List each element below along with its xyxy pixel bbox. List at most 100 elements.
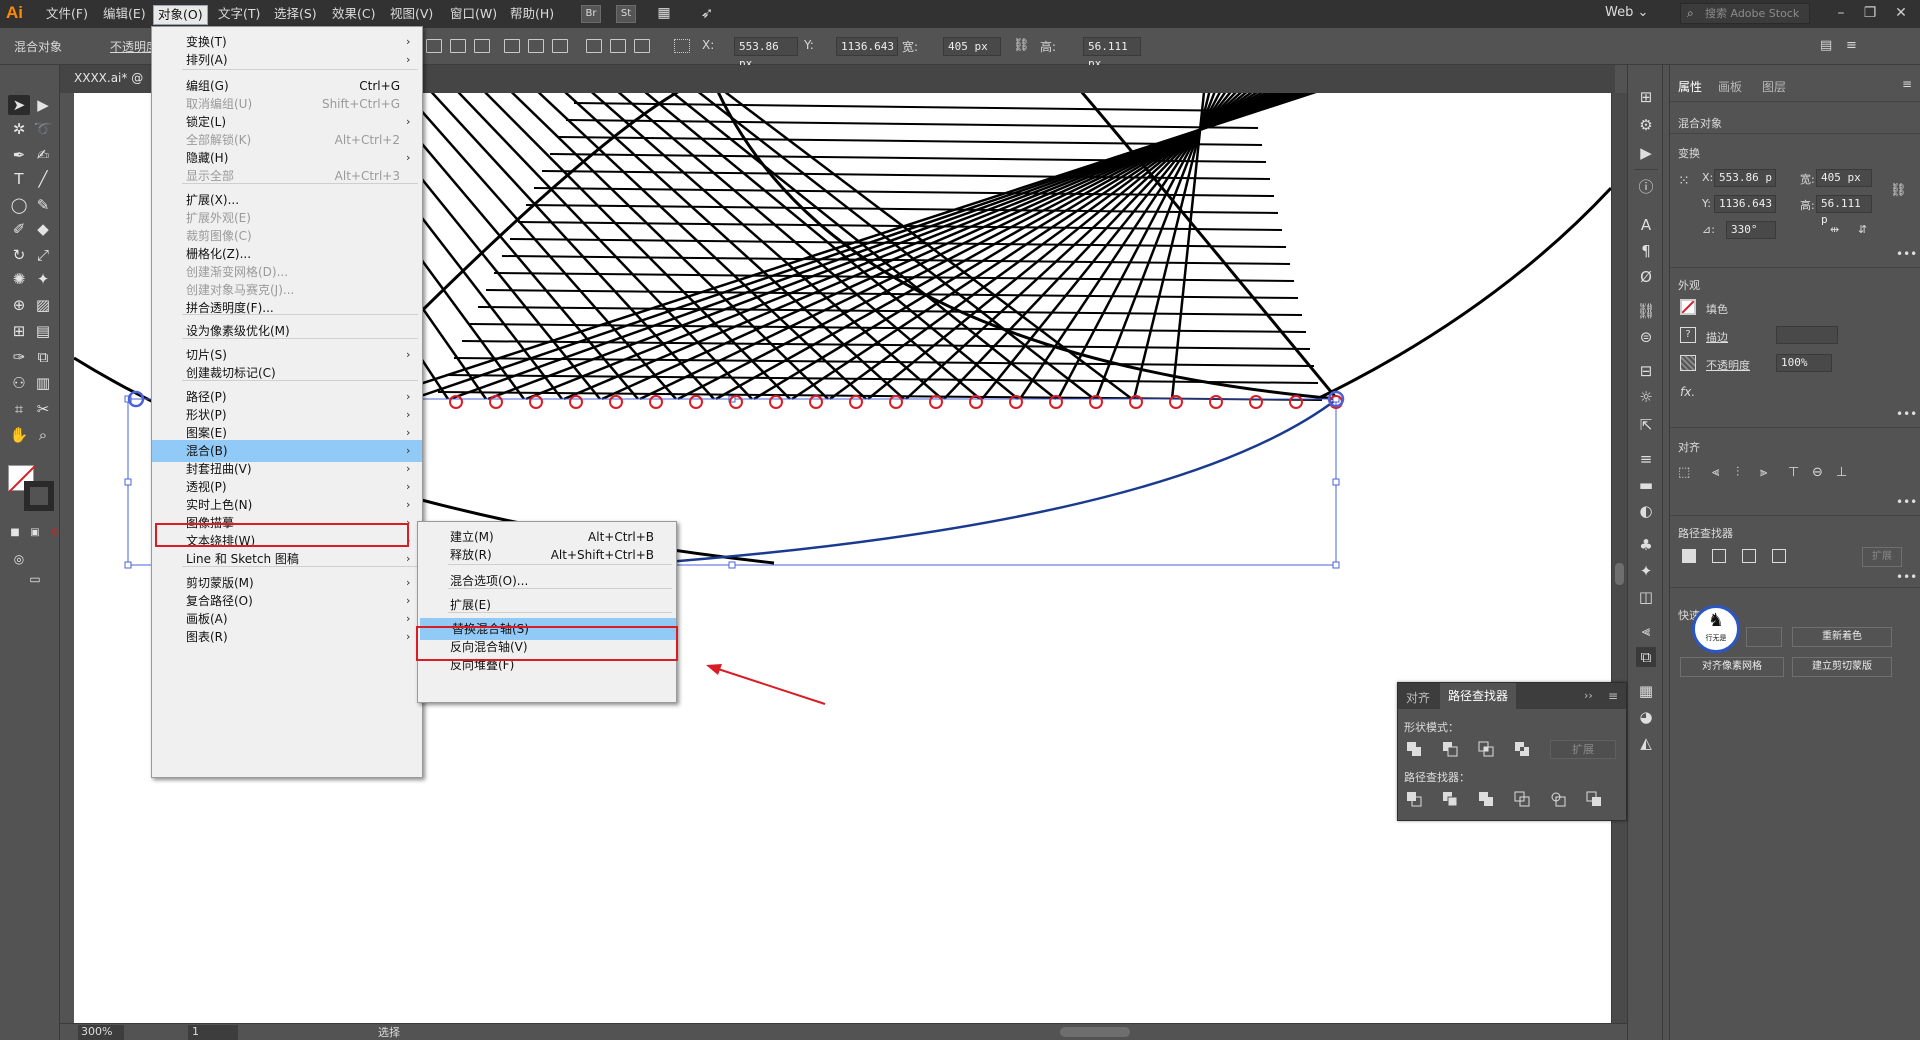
fill-swatch[interactable] <box>1680 299 1696 315</box>
trim-icon[interactable] <box>1442 791 1458 807</box>
asset-export-icon[interactable]: ⚙ <box>1636 115 1656 135</box>
paragraph-icon[interactable]: ¶ <box>1636 241 1656 261</box>
arrange-panels-icon[interactable]: ▤ <box>1820 38 1832 53</box>
zoom-tool-icon[interactable]: ⌕ <box>32 425 54 445</box>
intersect-icon[interactable] <box>1742 549 1756 563</box>
object-menu-item[interactable]: Line 和 Sketch 图稿 › <box>152 548 422 570</box>
minimize-icon[interactable]: – <box>1830 3 1852 23</box>
shape-builder-icon[interactable]: ⊕ <box>8 295 30 315</box>
pen-tool-icon[interactable]: ✒ <box>8 145 30 165</box>
object-menu-item[interactable]: 拼合透明度(F)... <box>152 297 422 319</box>
constrain-icon[interactable]: ⛓ <box>1890 183 1907 198</box>
stock-search-input[interactable]: ⌕ 搜索 Adobe Stock <box>1680 3 1810 24</box>
opacity-link[interactable]: 不透明度 <box>1706 357 1750 373</box>
blend-menu-item[interactable]: 扩展(E) <box>418 594 676 616</box>
constrain-proportions-icon[interactable]: ⛓ <box>1013 38 1030 53</box>
menu-effect[interactable]: 效果(C) <box>328 5 379 25</box>
menu-select[interactable]: 选择(S) <box>270 5 321 25</box>
stroke-panel-icon[interactable]: ≡ <box>1636 449 1656 469</box>
opentype-icon[interactable]: Ø <box>1636 267 1656 287</box>
horizontal-scroll-thumb[interactable] <box>1060 1027 1130 1037</box>
menu-type[interactable]: 文字(T) <box>214 5 264 25</box>
menu-edit[interactable]: 编辑(E) <box>99 5 150 25</box>
symbols-icon[interactable]: ♣ <box>1636 535 1656 555</box>
tab-artboards[interactable]: 画板 <box>1718 78 1742 95</box>
more-align-icon[interactable]: ••• <box>1896 495 1917 509</box>
exclude-icon[interactable] <box>1772 549 1786 563</box>
width-field[interactable]: 405 px <box>943 37 1001 56</box>
align-center-icon[interactable] <box>450 39 466 53</box>
type-tool-icon[interactable]: T <box>8 169 30 189</box>
links-icon[interactable]: ⛓ <box>1636 301 1656 321</box>
perspective-grid-icon[interactable]: ▨ <box>32 295 54 315</box>
graphic-styles-icon[interactable]: ✦ <box>1636 561 1656 581</box>
minus-back-icon[interactable] <box>1586 791 1602 807</box>
expand-button[interactable]: 扩展 <box>1550 740 1616 759</box>
hand-tool-icon[interactable]: ✋ <box>8 425 30 445</box>
panel-menu-icon[interactable]: ≡ <box>1608 689 1618 703</box>
blend-menu-item[interactable]: 释放(R) Alt+Shift+Ctrl+B <box>418 544 676 566</box>
artboard-tool-icon[interactable]: ⌗ <box>8 399 30 419</box>
divide-icon[interactable] <box>1406 791 1422 807</box>
actions-icon[interactable]: ▶ <box>1636 143 1656 163</box>
make-clipping-mask-button[interactable]: 建立剪切蒙版 <box>1792 657 1892 677</box>
document-tab[interactable]: XXXX.ai* @ <box>74 71 143 85</box>
reference-point-icon[interactable] <box>674 39 690 53</box>
more-options-icon[interactable]: ••• <box>1896 247 1917 261</box>
selection-handle[interactable] <box>124 561 132 569</box>
lasso-icon[interactable]: ➰ <box>32 119 54 139</box>
align-right-icon[interactable] <box>474 39 490 53</box>
object-menu-item[interactable]: 显示全部 Alt+Ctrl+3 <box>152 165 422 187</box>
blend-menu-item[interactable]: 混合选项(O)... <box>418 570 676 592</box>
flip-vertical-icon[interactable]: ⇵ <box>1858 223 1867 236</box>
minus-front-icon[interactable] <box>1712 549 1726 563</box>
x-field[interactable]: 553.86 p <box>1714 169 1776 187</box>
restore-icon[interactable]: ❐ <box>1859 3 1881 23</box>
object-menu-item[interactable]: 创建裁切标记(C) <box>152 362 422 384</box>
pathfinder-panel-icon[interactable]: ⧉ <box>1636 647 1656 667</box>
character-icon[interactable]: A <box>1636 215 1656 235</box>
paintbrush-icon[interactable]: ✎ <box>32 195 54 215</box>
align-left-icon[interactable]: ⫷ <box>1712 465 1719 480</box>
align-middle-icon[interactable] <box>528 39 544 53</box>
workspace-switcher[interactable]: Web ⌄ <box>1605 5 1648 20</box>
crop-icon[interactable] <box>1514 791 1530 807</box>
menu-window[interactable]: 窗口(W) <box>446 5 501 25</box>
eraser-icon[interactable]: ◆ <box>32 219 54 239</box>
quick-action-blank-button[interactable] <box>1746 627 1782 647</box>
gpu-performance-icon[interactable]: ➶ <box>697 5 717 23</box>
align-left-icon[interactable] <box>426 39 442 53</box>
align-vcenter-icon[interactable]: ⊖ <box>1812 465 1823 480</box>
merge-icon[interactable] <box>1478 791 1494 807</box>
recolor-button[interactable]: 重新着色 <box>1792 627 1892 647</box>
shaper-tool-icon[interactable]: ✐ <box>8 219 30 239</box>
stroke-weight-field[interactable] <box>1776 326 1838 344</box>
fx-button[interactable]: fx. <box>1680 385 1695 399</box>
pathfinder-expand-button[interactable]: 扩展 <box>1862 547 1902 567</box>
direct-selection-tool-icon[interactable]: ▶ <box>32 95 54 115</box>
arrange-documents-icon[interactable]: ▦ <box>651 5 677 23</box>
panel-menu-icon[interactable]: ≡ <box>1846 38 1857 53</box>
curvature-tool-icon[interactable]: ✍ <box>32 145 54 165</box>
unite-icon[interactable] <box>1406 741 1422 757</box>
selection-handle[interactable] <box>1332 478 1340 486</box>
rotate-tool-icon[interactable]: ↻ <box>8 245 30 265</box>
color-icon[interactable]: ◭ <box>1636 733 1656 753</box>
align-bottom-icon[interactable]: ⊥ <box>1836 465 1847 480</box>
outline-icon[interactable] <box>1550 791 1566 807</box>
color-guide-icon[interactable]: ◕ <box>1636 707 1656 727</box>
eyedropper-icon[interactable]: ✑ <box>8 347 30 367</box>
tab-properties[interactable]: 属性 <box>1678 78 1702 95</box>
mesh-tool-icon[interactable]: ⊞ <box>8 321 30 341</box>
reference-point-icon[interactable]: ⁙ <box>1678 173 1690 189</box>
ellipse-tool-icon[interactable]: ◯ <box>8 195 30 215</box>
line-tool-icon[interactable]: ╱ <box>32 169 54 189</box>
vertical-scrollbar[interactable] <box>1611 93 1627 1023</box>
artboards-panel-icon[interactable]: ⊞ <box>1636 87 1656 107</box>
brightness-icon[interactable]: ☼ <box>1636 387 1656 407</box>
height-field[interactable]: 56.111 px <box>1083 37 1141 70</box>
distribute-vertical-icon[interactable] <box>610 39 626 53</box>
tab-align[interactable]: 对齐 <box>1406 689 1430 706</box>
scale-tool-icon[interactable]: ⤢ <box>32 245 54 265</box>
symbol-sprayer-icon[interactable]: ⚇ <box>8 373 30 393</box>
